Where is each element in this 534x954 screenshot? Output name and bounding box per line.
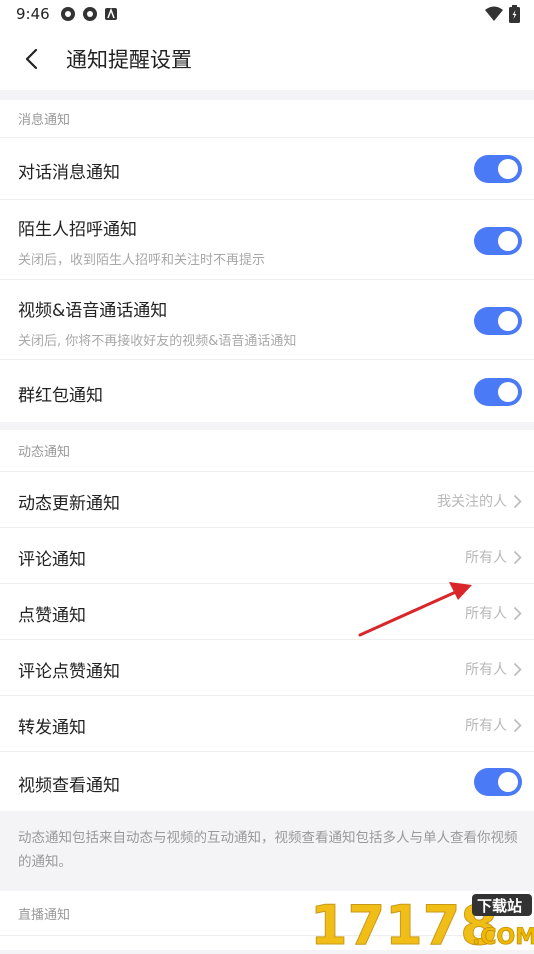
row-comment[interactable]: 评论通知 所有人 <box>0 527 534 583</box>
redpacket-notification-toggle[interactable] <box>474 378 522 406</box>
row-sublabel: 关闭后，收到陌生人招呼和关注时不再提示 <box>18 253 266 268</box>
toggle-knob <box>498 159 518 179</box>
row-call-notification: 视频&语音通话通知 关闭后, 你将不再接收好友的视频&语音通话通知 <box>0 279 534 359</box>
row-forward[interactable]: 转发通知 所有人 <box>0 695 534 751</box>
chat-notification-toggle[interactable] <box>474 155 522 183</box>
watermark-graphic: 17178 下载站 .COM <box>310 894 534 954</box>
selected-value: 所有人 <box>465 550 507 566</box>
row-label: 评论通知 <box>18 550 86 570</box>
row-stranger-notification: 陌生人招呼通知 关闭后，收到陌生人招呼和关注时不再提示 <box>0 199 534 279</box>
chevron-right-icon <box>513 606 522 620</box>
row-comment-like[interactable]: 评论点赞通知 所有人 <box>0 639 534 695</box>
back-arrow-icon <box>25 48 38 70</box>
back-button[interactable] <box>16 44 46 74</box>
video-view-notification-toggle[interactable] <box>474 768 522 796</box>
font-notification-icon <box>104 7 117 20</box>
row-video-view: 视频查看通知 <box>0 751 534 811</box>
row-label: 群红包通知 <box>18 386 103 406</box>
selected-value: 所有人 <box>465 662 507 678</box>
chevron-right-icon <box>513 494 522 508</box>
row-label: 评论点赞通知 <box>18 662 120 682</box>
selected-value: 我关注的人 <box>437 494 507 510</box>
watermark-domain: .COM <box>472 925 534 950</box>
section-label-message: 消息通知 <box>0 100 534 137</box>
row-moment-update[interactable]: 动态更新通知 我关注的人 <box>0 471 534 527</box>
toggle-knob <box>498 311 518 331</box>
app-notification-icon <box>60 7 75 21</box>
stranger-notification-toggle[interactable] <box>474 227 522 255</box>
app-notification-icon <box>82 7 97 21</box>
row-label: 视频&语音通话通知 <box>18 301 168 321</box>
row-label: 转发通知 <box>18 718 86 738</box>
row-redpacket-notification: 群红包通知 <box>0 359 534 422</box>
like-selector[interactable]: 所有人 <box>465 603 522 623</box>
chevron-right-icon <box>513 718 522 732</box>
toggle-knob <box>498 231 518 251</box>
row-label: 视频查看通知 <box>18 776 120 796</box>
wifi-icon <box>485 6 503 21</box>
chevron-right-icon <box>513 550 522 564</box>
status-icons-left <box>60 6 118 22</box>
status-icons-right <box>485 5 520 23</box>
row-label: 陌生人招呼通知 <box>18 220 137 240</box>
row-like[interactable]: 点赞通知 所有人 <box>0 583 534 639</box>
moments-footnote: 动态通知包括来自动态与视频的互动通知，视频查看通知包括多人与单人查看你视频的通知… <box>18 830 518 870</box>
watermark-badge: 下载站 <box>477 897 522 915</box>
battery-icon <box>509 5 520 23</box>
status-bar: 9:46 <box>0 0 534 28</box>
toggle-knob <box>498 382 518 402</box>
row-label: 动态更新通知 <box>18 494 120 514</box>
row-label: 点赞通知 <box>18 606 86 626</box>
comment-like-selector[interactable]: 所有人 <box>465 659 522 679</box>
watermark-logo: 17178 下载站 .COM <box>310 888 534 954</box>
moment-update-selector[interactable]: 我关注的人 <box>437 491 522 511</box>
forward-selector[interactable]: 所有人 <box>465 715 522 735</box>
selected-value: 所有人 <box>465 606 507 622</box>
row-label: 对话消息通知 <box>18 163 120 183</box>
row-chat-notification: 对话消息通知 <box>0 137 534 199</box>
row-sublabel: 关闭后, 你将不再接收好友的视频&语音通话通知 <box>18 334 297 349</box>
page-title: 通知提醒设置 <box>66 48 192 72</box>
selected-value: 所有人 <box>465 718 507 734</box>
call-notification-toggle[interactable] <box>474 307 522 335</box>
app-header: 通知提醒设置 <box>0 28 534 90</box>
section-label-moments: 动态通知 <box>0 430 534 471</box>
watermark-number: 17178 <box>310 894 498 950</box>
chevron-right-icon <box>513 662 522 676</box>
toggle-knob <box>498 772 518 792</box>
status-time: 9:46 <box>16 5 50 23</box>
comment-selector[interactable]: 所有人 <box>465 547 522 567</box>
